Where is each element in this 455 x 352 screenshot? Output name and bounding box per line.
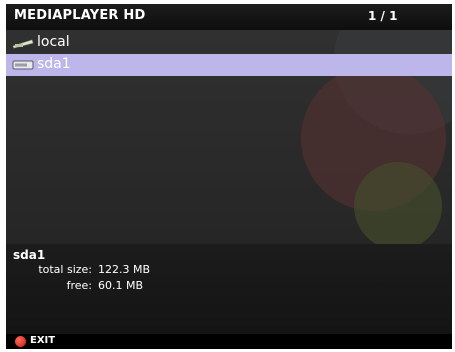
free-space-label: free: <box>66 279 92 292</box>
device-name: sda1 <box>13 248 46 262</box>
red-button-icon[interactable] <box>15 336 26 347</box>
mediaplayer-screen: MEDIAPLAYER HD 1 / 1 local sda1 sda1 tot… <box>6 4 452 349</box>
total-size-row: total size: 122.3 MB <box>6 263 150 276</box>
app-title: MEDIAPLAYER HD <box>14 8 146 23</box>
exit-button[interactable]: EXIT <box>30 335 55 346</box>
usb-drive-icon <box>12 60 34 70</box>
footer-bar: EXIT <box>6 334 452 349</box>
list-item-label: sda1 <box>37 56 71 72</box>
title-bar: MEDIAPLAYER HD 1 / 1 <box>6 4 452 30</box>
background-bubble <box>354 162 442 244</box>
free-space-value: 60.1 MB <box>98 279 144 292</box>
total-size-label: total size: <box>38 263 92 276</box>
list-item-local[interactable]: local <box>6 32 452 54</box>
total-size-value: 122.3 MB <box>98 263 151 276</box>
list-item-sda1[interactable]: sda1 <box>6 54 452 76</box>
free-space-row: free: 60.1 MB <box>6 279 143 292</box>
info-panel: sda1 total size: 122.3 MB free: 60.1 MB <box>6 244 452 334</box>
network-share-icon <box>12 39 34 49</box>
file-list: local sda1 <box>6 30 452 244</box>
list-item-label: local <box>37 34 70 50</box>
page-indicator: 1 / 1 <box>368 9 398 23</box>
